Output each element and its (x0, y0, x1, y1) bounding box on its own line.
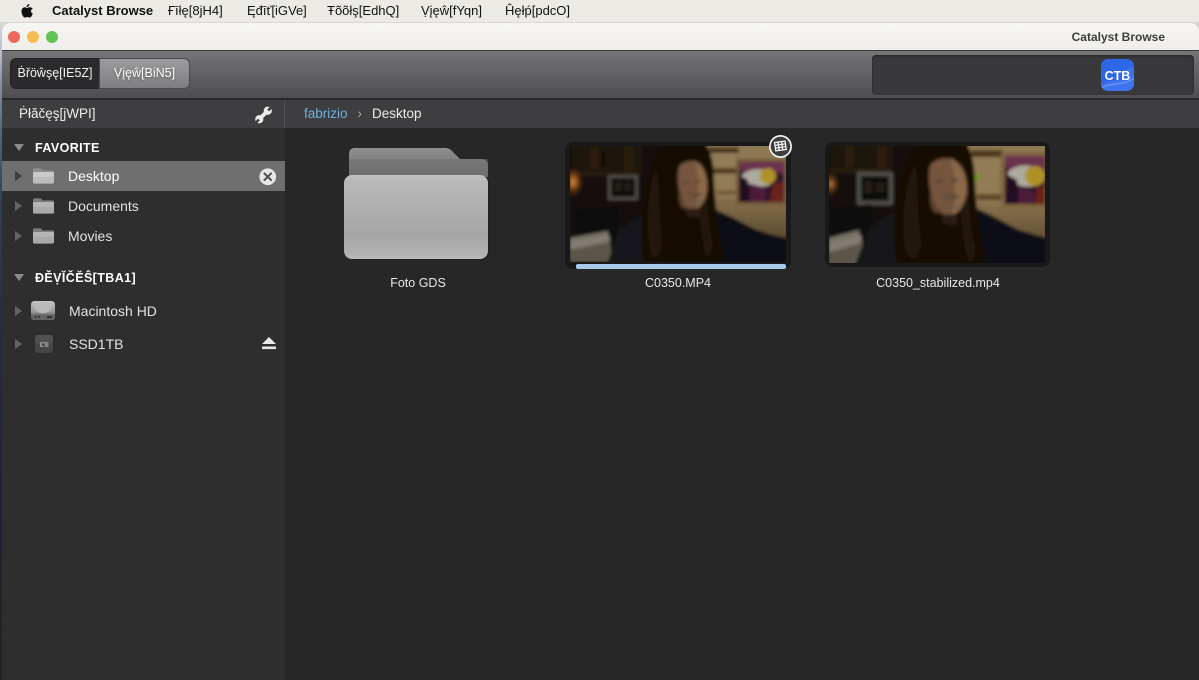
svg-text:CTB: CTB (1105, 69, 1131, 83)
